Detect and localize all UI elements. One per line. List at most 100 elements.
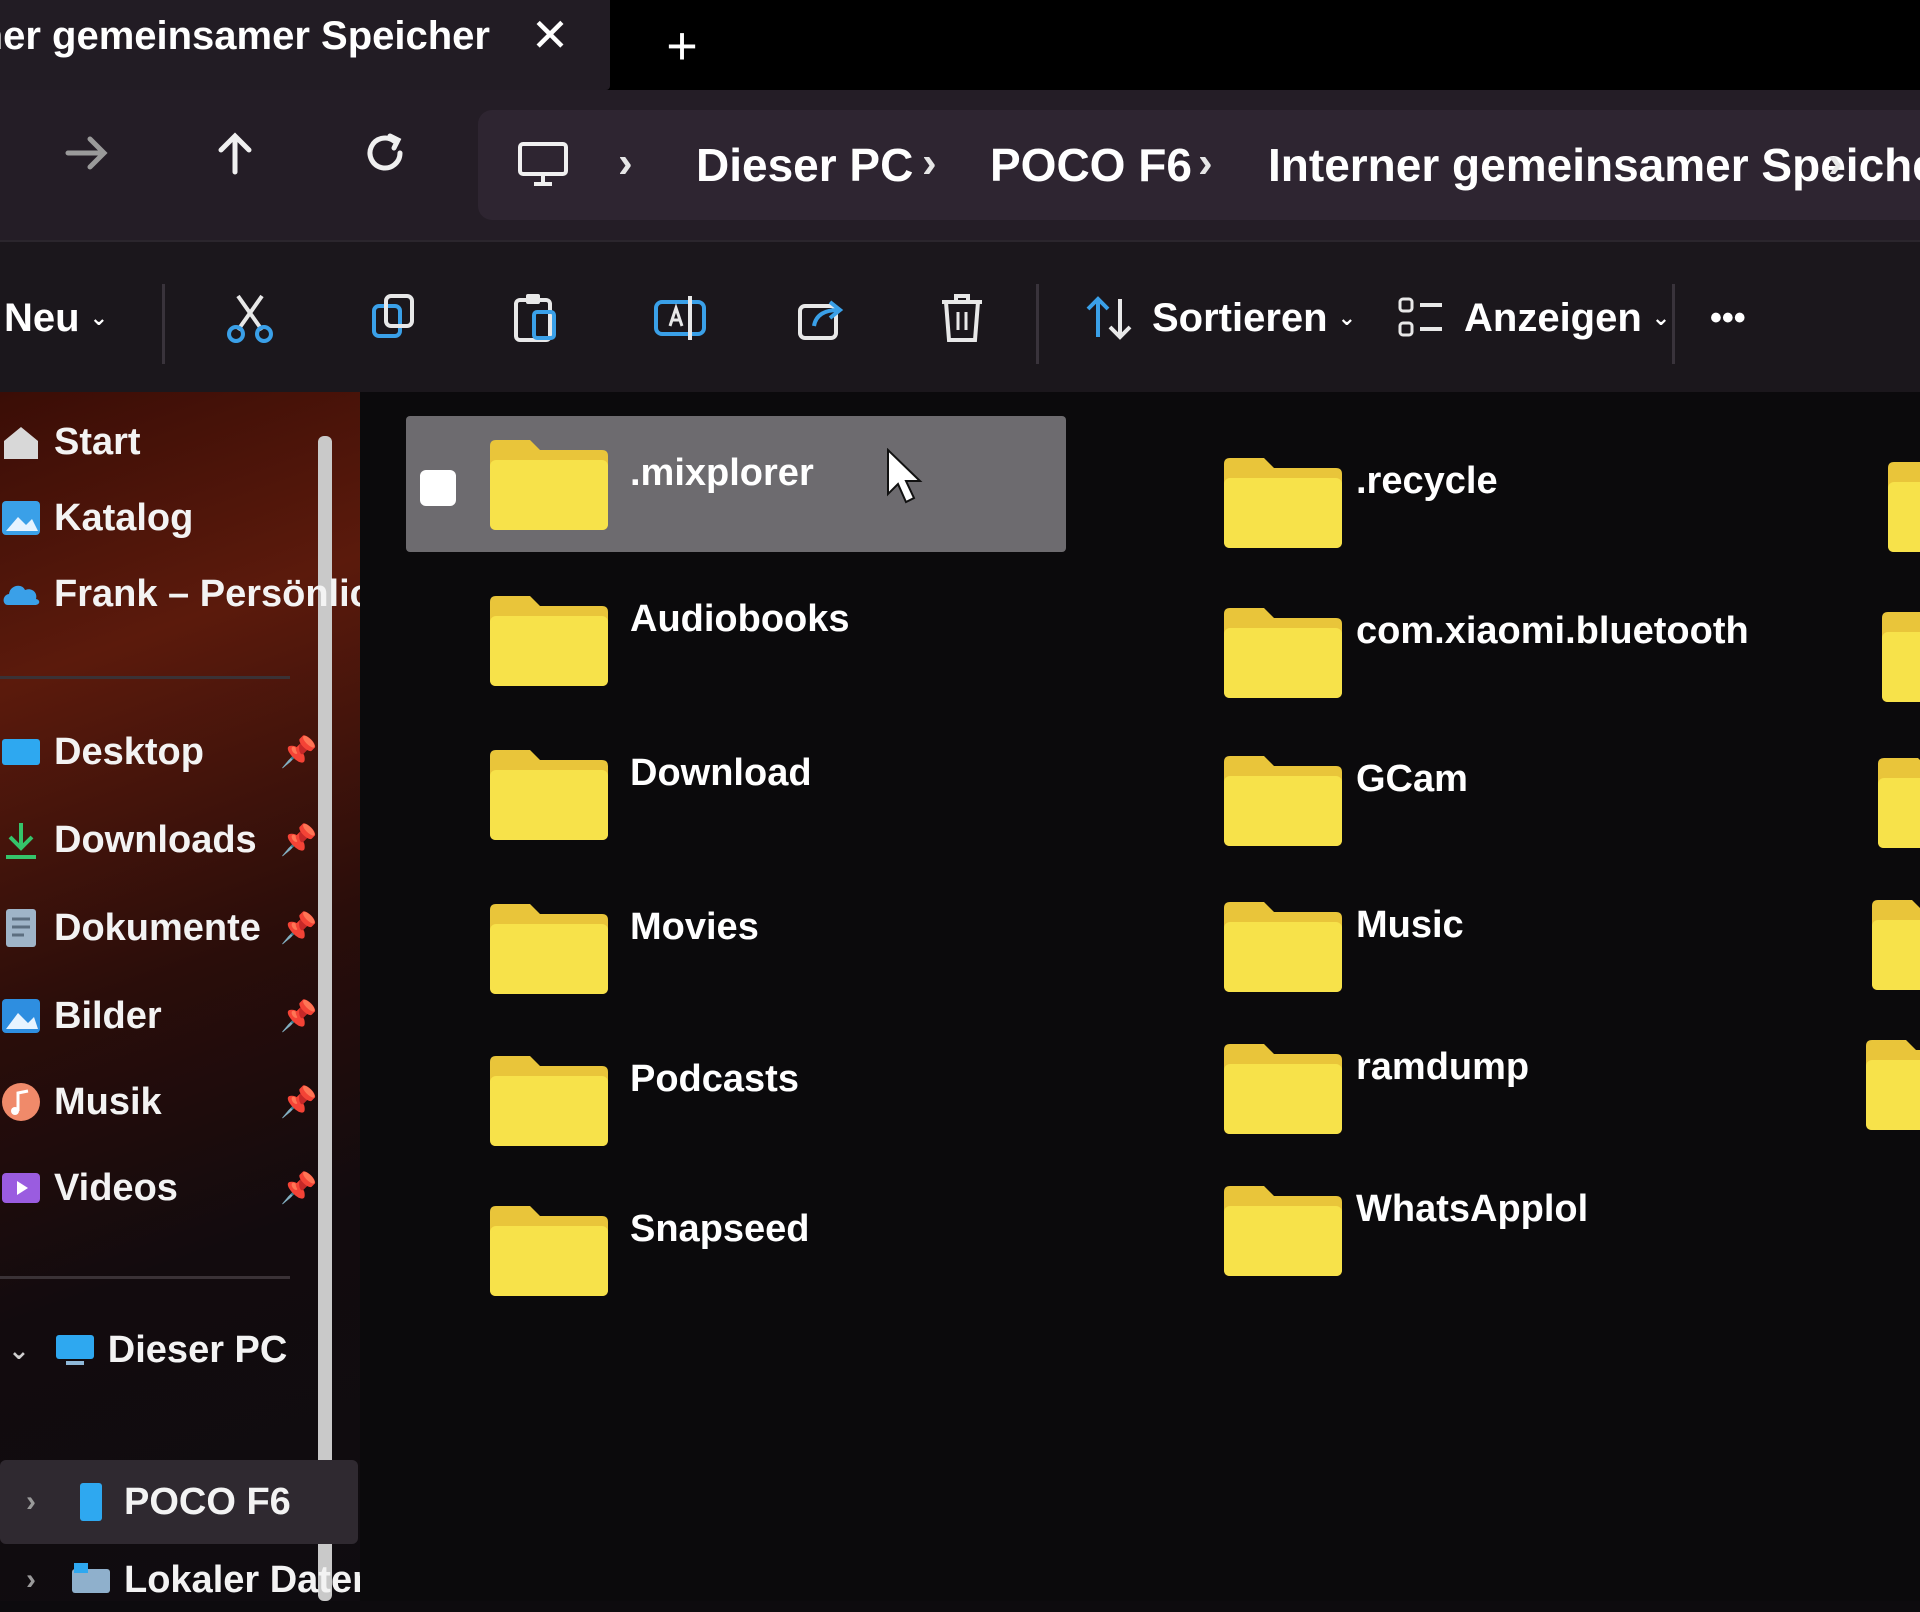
sidebar-item-desktop[interactable]: Desktop 📌 (0, 720, 317, 784)
copy-icon (372, 294, 414, 338)
sidebar-item-videos[interactable]: Videos 📌 (0, 1156, 317, 1220)
copy-button[interactable] (366, 278, 422, 358)
chevron-right-icon[interactable]: › (26, 1563, 36, 1597)
chevron-down-icon[interactable]: ⌄ (8, 1335, 30, 1366)
folder-name: Music (1356, 904, 1464, 946)
sidebar-item-katalog[interactable]: Katalog (0, 486, 310, 550)
sidebar-item-bilder[interactable]: Bilder 📌 (0, 984, 317, 1048)
computer-icon (518, 142, 568, 186)
folder-icon (1224, 902, 1342, 992)
up-button[interactable] (200, 118, 270, 188)
onedrive-cloud-icon (3, 585, 40, 605)
folder-icon (490, 750, 608, 840)
folder-item[interactable]: Podcasts (406, 1032, 1066, 1168)
pin-icon[interactable]: 📌 (280, 823, 317, 858)
folder-item[interactable]: Music (1140, 878, 1800, 1014)
delete-icon (942, 294, 982, 342)
new-button[interactable]: Neu ⌄ (4, 278, 108, 358)
phone-icon (80, 1483, 102, 1521)
rename-button[interactable] (652, 278, 708, 358)
sidebar-divider (0, 676, 290, 679)
view-button[interactable]: Anzeigen ⌄ (1396, 278, 1670, 358)
sidebar-item-start[interactable]: Start (0, 410, 310, 474)
breadcrumb-chevron-icon: › (1198, 138, 1213, 187)
pin-icon[interactable]: 📌 (280, 999, 317, 1034)
folder-icon (490, 904, 608, 994)
sidebar-item-dokumente[interactable]: Dokumente 📌 (0, 896, 317, 960)
selection-checkbox[interactable] (420, 470, 456, 506)
refresh-icon (367, 133, 403, 171)
folder-name: Audiobooks (630, 598, 850, 640)
share-button[interactable] (794, 278, 850, 358)
sidebar-item-downloads[interactable]: Downloads 📌 (0, 808, 317, 872)
refresh-button[interactable] (350, 118, 420, 188)
pin-icon[interactable]: 📌 (280, 1171, 317, 1206)
command-bar: Neu ⌄ Sortieren ⌄ Anzeigen ⌄ ••• (0, 240, 1920, 392)
cut-icon (227, 294, 273, 343)
folder-item[interactable]: GCam (1140, 732, 1800, 868)
folder-name: GCam (1356, 758, 1468, 800)
folder-icon (490, 440, 608, 530)
folder-item[interactable]: WhatsApplol (1140, 1162, 1800, 1298)
folder-icon (490, 1206, 608, 1296)
folder-icon[interactable] (1862, 1036, 1920, 1132)
folder-item[interactable]: .recycle (1140, 434, 1800, 570)
folder-icon[interactable] (1884, 458, 1920, 554)
pin-icon[interactable]: 📌 (280, 911, 317, 946)
desktop-icon (2, 739, 40, 765)
folder-icon (1224, 756, 1342, 846)
chevron-down-icon: ⌄ (1337, 305, 1357, 330)
folder-item[interactable]: ramdump (1140, 1020, 1800, 1156)
breadcrumb-chevron-icon: › (922, 138, 937, 187)
folder-item[interactable]: .mixplorer (406, 416, 1066, 552)
chevron-down-icon: ⌄ (89, 305, 109, 330)
folder-name: com.xiaomi.bluetooth (1356, 610, 1749, 652)
folder-name: WhatsApplol (1356, 1188, 1589, 1230)
chevron-right-icon[interactable]: › (26, 1485, 36, 1519)
folder-item[interactable]: Audiobooks (406, 572, 1066, 708)
sidebar-item-musik[interactable]: Musik 📌 (0, 1070, 317, 1134)
folder-icon[interactable] (1874, 754, 1920, 850)
sidebar-item-dieser-pc[interactable]: ⌄ Dieser PC (8, 1318, 318, 1382)
folder-icon (1224, 1044, 1342, 1134)
sort-icon (1086, 296, 1132, 340)
folder-name: Podcasts (630, 1058, 799, 1100)
forward-button[interactable] (52, 118, 122, 188)
sidebar-item-local-drive[interactable]: › Lokaler Datentr (26, 1548, 403, 1612)
home-icon (4, 427, 38, 459)
arrow-right-icon (65, 136, 108, 170)
chevron-down-icon: ⌄ (1651, 305, 1671, 330)
pin-icon[interactable]: 📌 (280, 1085, 317, 1120)
active-tab[interactable]: Interner gemeinsamer Speicher ✕ (0, 0, 610, 90)
breadcrumb-poco-f6[interactable]: POCO F6 (990, 138, 1192, 192)
delete-button[interactable] (934, 278, 990, 358)
sidebar-item-label: Musik (54, 1080, 162, 1123)
breadcrumb-dieser-pc[interactable]: Dieser PC (696, 138, 913, 192)
file-list: .mixplorer Audiobooks Download Movies Po… (360, 392, 1920, 1601)
address-bar[interactable]: › Dieser PC › POCO F6 › Interner gemeins… (478, 110, 1920, 220)
sidebar-item-label: Dieser PC (107, 1328, 288, 1371)
folder-icon[interactable] (1868, 896, 1920, 992)
cut-button[interactable] (222, 278, 278, 358)
folder-item[interactable]: Download (406, 726, 1066, 862)
folder-item[interactable]: Movies (406, 880, 1066, 1016)
folder-name: ramdump (1356, 1046, 1530, 1088)
more-options-button[interactable]: ••• (1710, 278, 1746, 358)
sidebar-item-onedrive[interactable]: Frank – Persönlic (0, 562, 360, 626)
breadcrumb-internal-storage[interactable]: Interner gemeinsamer Speicher (1268, 138, 1920, 192)
folder-icon[interactable] (1878, 608, 1920, 704)
documents-icon (6, 909, 36, 947)
breadcrumb-chevron-icon[interactable]: › (1828, 138, 1843, 188)
new-tab-button[interactable]: + (660, 18, 704, 74)
mouse-cursor-icon (887, 448, 923, 504)
folder-name: Snapseed (630, 1208, 810, 1250)
sidebar-item-poco-f6[interactable]: › POCO F6 (26, 1470, 336, 1534)
pin-icon[interactable]: 📌 (280, 735, 317, 770)
folder-item[interactable]: Snapseed (406, 1182, 1066, 1318)
folder-name: Movies (630, 906, 759, 948)
sort-button[interactable]: Sortieren ⌄ (1084, 278, 1356, 358)
paste-button[interactable] (508, 278, 564, 358)
close-tab-icon[interactable]: ✕ (528, 10, 572, 60)
sidebar-item-label: Start (54, 420, 141, 463)
folder-item[interactable]: com.xiaomi.bluetooth (1140, 584, 1800, 720)
